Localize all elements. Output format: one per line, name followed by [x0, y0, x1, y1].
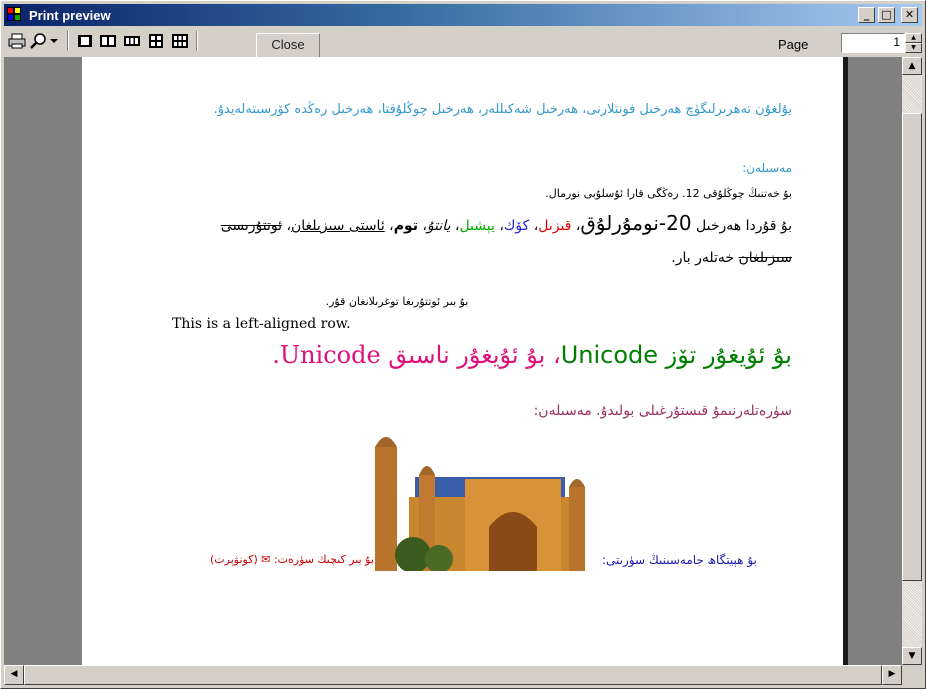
six-pages-icon[interactable]: [170, 32, 190, 50]
text-run-unicode-pink: ، بۇ ئۇيغۇر ناسىق Unicode.: [272, 341, 561, 369]
page-shadow: [843, 57, 848, 665]
one-page-icon[interactable]: [75, 32, 95, 50]
preview-page: يۇلغۇن تەھرىرلىگۈچ ھەرخىل فونتلارنى، ھەر…: [82, 57, 846, 665]
horizontal-scroll-thumb[interactable]: [24, 665, 882, 685]
scroll-down-icon[interactable]: ▼: [902, 647, 922, 665]
two-pages-icon[interactable]: [98, 32, 118, 50]
toolbar: Close Page 1 ▲ ▼: [4, 27, 922, 57]
zoom-icon[interactable]: [29, 32, 49, 50]
scroll-up-icon[interactable]: ▲: [902, 57, 922, 75]
mosque-caption: بۇ ھېيتگاھ جامەسىنىڭ سۈرىتى:: [602, 553, 757, 567]
text-run-italic: يانتۇ: [426, 218, 451, 234]
size-grip: [902, 665, 922, 685]
text-run-green: يېشىل: [459, 218, 495, 234]
three-pages-icon[interactable]: [122, 32, 142, 50]
mosque-image: [369, 427, 613, 571]
toolbar-separator: [67, 31, 69, 51]
dropdown-arrow-icon[interactable]: [48, 32, 60, 50]
title-bar: Print preview _ □ ✕: [4, 4, 922, 26]
envelope-caption: بۇ بىر كىچىك سۈرەت: ✉ (كونۋېرت): [210, 553, 374, 566]
text-run-bold: توم: [393, 218, 418, 234]
paragraph-centered: بۇ بىر ئوتتۇرىغا توغرىلانغان قۇر.: [325, 295, 469, 308]
vertical-scroll-thumb[interactable]: [902, 113, 922, 581]
text-run-red: قىزىل: [538, 218, 572, 234]
close-window-button[interactable]: ✕: [901, 7, 918, 23]
paragraph-unicode: بۇ ئۇيغۇر تۆز Unicode، بۇ ئۇيغۇر ناسىق U…: [172, 341, 792, 369]
text-run-blue: كۆك: [503, 218, 530, 234]
paragraph-intro: يۇلغۇن تەھرىرلىگۈچ ھەرخىل فونتلارنى، ھەر…: [213, 102, 792, 117]
paragraph-images-intro: سۈرەتلەرنىمۇ قىستۇرغىلى بولىدۇ. مەسىلەن:: [533, 403, 792, 419]
page-label: Page: [778, 37, 809, 52]
paragraph-left-aligned: This is a left-aligned row.: [172, 316, 351, 332]
spin-down-icon[interactable]: ▼: [905, 43, 922, 53]
paragraph-font-info: بۇ خەتنىڭ چوڭلۇقى 12. رەڭگى قارا ئۇسلۇبى…: [545, 187, 792, 200]
window-title: Print preview: [29, 8, 111, 23]
minimize-button[interactable]: _: [858, 7, 875, 23]
maximize-button[interactable]: □: [878, 7, 895, 23]
page-number-input[interactable]: 1: [841, 33, 905, 53]
print-icon[interactable]: [7, 32, 27, 50]
horizontal-scrollbar[interactable]: ◀ ▶: [4, 665, 902, 685]
preview-area[interactable]: يۇلغۇن تەھرىرلىگۈچ ھەرخىل فونتلارنى، ھەر…: [4, 57, 902, 665]
paragraph-example-label: مەسىلەن:: [742, 161, 792, 175]
vertical-scrollbar[interactable]: ▲ ▼: [902, 57, 922, 665]
print-preview-window: Print preview _ □ ✕ Close Page 1 ▲ ▼ يۇل…: [0, 0, 926, 689]
page-spinner[interactable]: ▲ ▼: [905, 33, 922, 53]
text-run: بۇ قۇردا ھەرخىل: [691, 218, 792, 234]
close-button[interactable]: Close: [256, 33, 320, 57]
spin-up-icon[interactable]: ▲: [905, 33, 922, 43]
scroll-left-icon[interactable]: ◀: [4, 665, 24, 685]
text-run-underline: ئاستى سىزىلغان: [290, 218, 385, 234]
paragraph-styles: بۇ قۇردا ھەرخىل 20-نومۇرلۇق، قىزىل، كۆك،…: [220, 211, 792, 266]
toolbar-separator: [196, 31, 198, 51]
four-pages-icon[interactable]: [146, 32, 166, 50]
text-run-unicode-green: بۇ ئۇيغۇر تۆز Unicode: [560, 341, 792, 369]
app-icon: [7, 7, 23, 23]
scroll-right-icon[interactable]: ▶: [882, 665, 902, 685]
text-run-large: 20-نومۇرلۇق: [580, 211, 692, 235]
